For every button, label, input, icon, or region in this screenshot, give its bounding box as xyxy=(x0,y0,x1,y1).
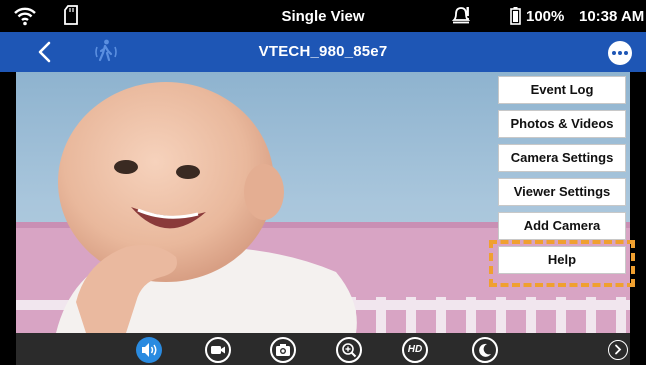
camera-snapshot-icon[interactable] xyxy=(270,337,296,363)
hd-icon[interactable]: HD xyxy=(402,337,428,363)
sd-card-icon xyxy=(64,5,78,25)
next-icon[interactable] xyxy=(608,340,628,360)
title-bar: VTECH_980_85e7 xyxy=(0,32,646,72)
back-icon[interactable] xyxy=(34,41,56,63)
zoom-in-icon[interactable] xyxy=(336,337,362,363)
status-bar: Single View 100% 10:38 AM xyxy=(0,0,646,32)
more-options-icon[interactable] xyxy=(608,41,632,65)
wifi-icon xyxy=(14,7,36,26)
help-highlight-box xyxy=(489,240,635,287)
menu-item-photos-videos[interactable]: Photos & Videos xyxy=(498,110,626,138)
menu-item-camera-settings[interactable]: Camera Settings xyxy=(498,144,626,172)
motion-walk-icon[interactable] xyxy=(92,38,120,66)
speaker-icon[interactable] xyxy=(136,337,162,363)
hd-label: HD xyxy=(407,344,423,355)
alert-icon xyxy=(451,7,471,24)
menu-item-add-camera[interactable]: Add Camera xyxy=(498,212,626,240)
battery-icon xyxy=(510,7,521,25)
clock-time: 10:38 AM xyxy=(579,8,645,25)
menu-item-viewer-settings[interactable]: Viewer Settings xyxy=(498,178,626,206)
menu-item-event-log[interactable]: Event Log xyxy=(498,76,626,104)
night-mode-icon[interactable] xyxy=(472,337,498,363)
battery-level: 100% xyxy=(526,8,565,25)
status-title: Single View xyxy=(281,8,365,25)
bottom-toolbar: HD xyxy=(16,333,630,365)
device-name: VTECH_980_85e7 xyxy=(258,43,388,60)
video-record-icon[interactable] xyxy=(205,337,231,363)
